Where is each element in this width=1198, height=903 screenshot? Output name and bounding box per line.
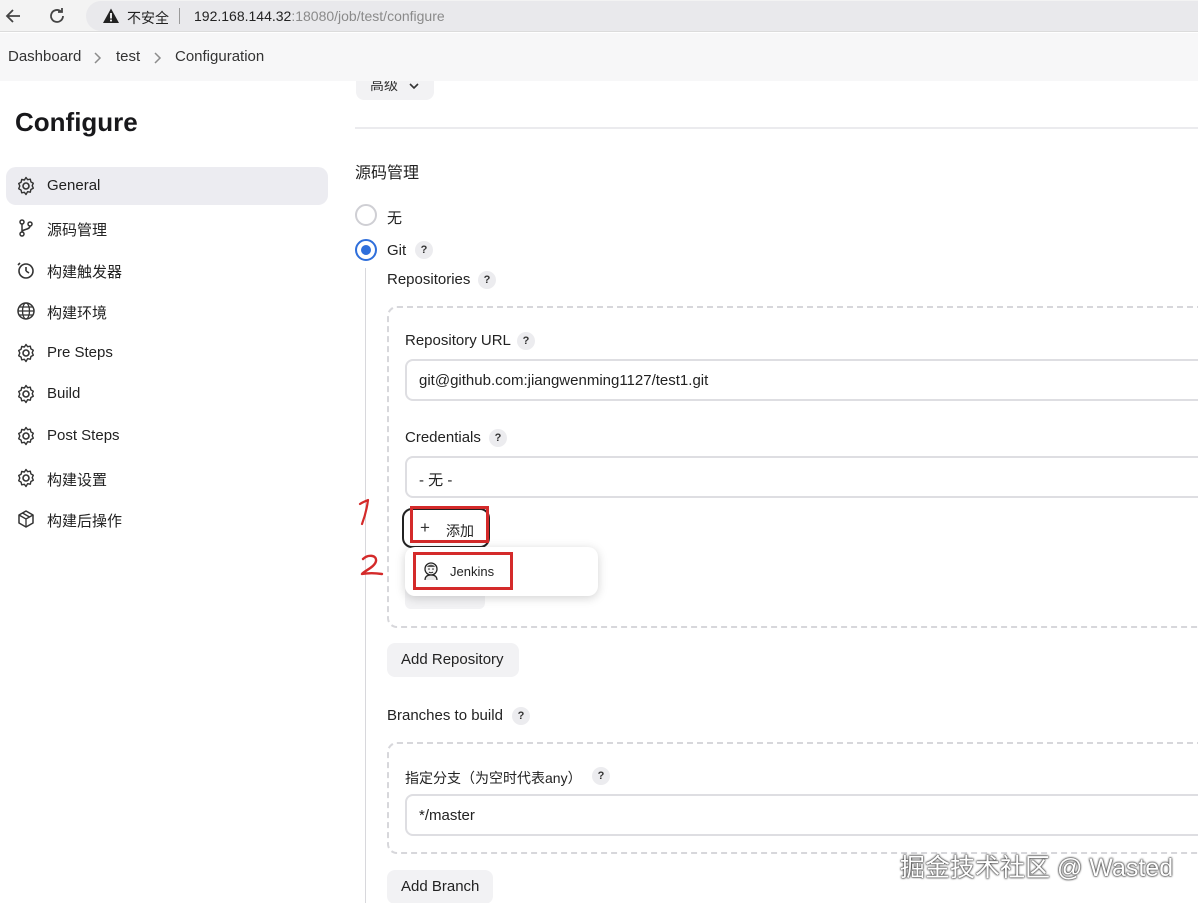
insecure-label[interactable]: 不安全 (127, 8, 169, 28)
sidebar-item-post-build[interactable]: 构建后操作 (6, 500, 328, 538)
url-text[interactable]: 192.168.144.32:18080/job/test/configure (194, 8, 445, 24)
git-help-icon[interactable]: ? (415, 241, 433, 259)
watermark: 掘金技术社区 @ Wasted (900, 854, 1174, 882)
sidebar-item-label: Post Steps (47, 427, 120, 444)
credentials-help-icon[interactable]: ? (489, 429, 507, 447)
credentials-value: - 无 - (419, 472, 453, 489)
gear-icon (18, 176, 34, 196)
repository-url-help-icon[interactable]: ? (517, 332, 535, 350)
chevron-down-icon (409, 83, 419, 90)
branch-specifier-help-icon[interactable]: ? (592, 767, 610, 785)
annotation-box-2 (413, 552, 513, 590)
add-branch-button[interactable]: Add Branch (387, 870, 493, 903)
scm-none-radio[interactable] (355, 204, 377, 226)
sidebar-item-build-triggers[interactable]: 构建触发器 (6, 251, 328, 289)
sidebar-item-label: General (47, 177, 101, 194)
repository-url-label: Repository URL (405, 332, 511, 349)
sidebar-item-label: 构建设置 (47, 472, 108, 489)
sidebar-item-label: 构建后操作 (47, 513, 123, 530)
repositories-label: Repositories (387, 271, 471, 288)
credentials-select[interactable]: - 无 - (405, 456, 1198, 498)
sidebar-item-build-settings[interactable]: 构建设置 (6, 459, 328, 497)
repositories-help-icon[interactable]: ? (478, 271, 496, 289)
address-bar[interactable]: 不安全 192.168.144.32:18080/job/test/config… (86, 1, 1198, 31)
git-options-rail (365, 268, 366, 903)
annotation-step-2 (360, 554, 384, 576)
branch-icon (19, 219, 33, 237)
globe-icon (17, 302, 35, 320)
annotation-step-1 (358, 498, 370, 526)
gear-icon (18, 426, 34, 446)
url-path: :18080/job/test/configure (291, 8, 445, 24)
sidebar-item-label: 源码管理 (47, 222, 108, 239)
omnibox-divider (179, 8, 180, 24)
chevron-right-icon (154, 52, 162, 64)
add-branch-label: Add Branch (401, 878, 480, 895)
scm-git-radio[interactable] (355, 239, 377, 261)
chevron-right-icon (94, 52, 102, 64)
scm-none-label[interactable]: 无 (387, 207, 402, 228)
sidebar-item-source-code[interactable]: 源码管理 (6, 209, 328, 247)
breadcrumb-configuration[interactable]: Configuration (175, 48, 264, 65)
add-repository-label: Add Repository (401, 651, 504, 668)
sidebar-item-general[interactable]: General (6, 167, 328, 205)
branch-specifier-value: */master (419, 807, 475, 824)
repository-url-value: git@github.com:jiangwenming1127/test1.gi… (419, 372, 709, 389)
package-icon (18, 510, 34, 528)
breadcrumb-dashboard[interactable]: Dashboard (8, 48, 81, 65)
scm-section-title: 源码管理 (355, 165, 420, 182)
page-title: Configure (15, 107, 138, 137)
branch-specifier-input[interactable]: */master (405, 794, 1198, 836)
timer-icon (17, 262, 34, 279)
gear-icon (18, 384, 34, 404)
sidebar-item-label: Pre Steps (47, 344, 113, 361)
back-arrow-icon[interactable] (2, 4, 26, 28)
section-divider (355, 127, 1198, 129)
scm-git-label[interactable]: Git (387, 242, 406, 259)
add-repository-button[interactable]: Add Repository (387, 643, 519, 677)
sidebar-item-build[interactable]: Build (6, 375, 328, 413)
gear-icon (18, 468, 34, 488)
repository-url-input[interactable]: git@github.com:jiangwenming1127/test1.gi… (405, 359, 1198, 401)
sidebar-item-pre-steps[interactable]: Pre Steps (6, 334, 328, 372)
breadcrumb: Dashboard test Configuration (0, 33, 1198, 81)
sidebar-item-label: Build (47, 385, 81, 402)
sidebar-item-build-environment[interactable]: 构建环境 (6, 292, 328, 330)
sidebar-item-label: 构建环境 (47, 305, 108, 322)
breadcrumb-test[interactable]: test (116, 48, 140, 65)
gear-icon (18, 343, 34, 363)
credentials-label: Credentials (405, 429, 481, 446)
branches-help-icon[interactable]: ? (512, 707, 530, 725)
url-host: 192.168.144.32 (194, 8, 292, 24)
sidebar-item-post-steps[interactable]: Post Steps (6, 417, 328, 455)
sidebar-item-label: 构建触发器 (47, 264, 123, 281)
branch-specifier-label: 指定分支（为空时代表any） (405, 770, 582, 786)
annotation-box-1 (410, 506, 489, 543)
branches-label: Branches to build (387, 707, 503, 724)
warning-icon[interactable] (102, 7, 120, 25)
browser-toolbar: 不安全 192.168.144.32:18080/job/test/config… (0, 0, 1198, 32)
reload-icon[interactable] (45, 4, 69, 28)
